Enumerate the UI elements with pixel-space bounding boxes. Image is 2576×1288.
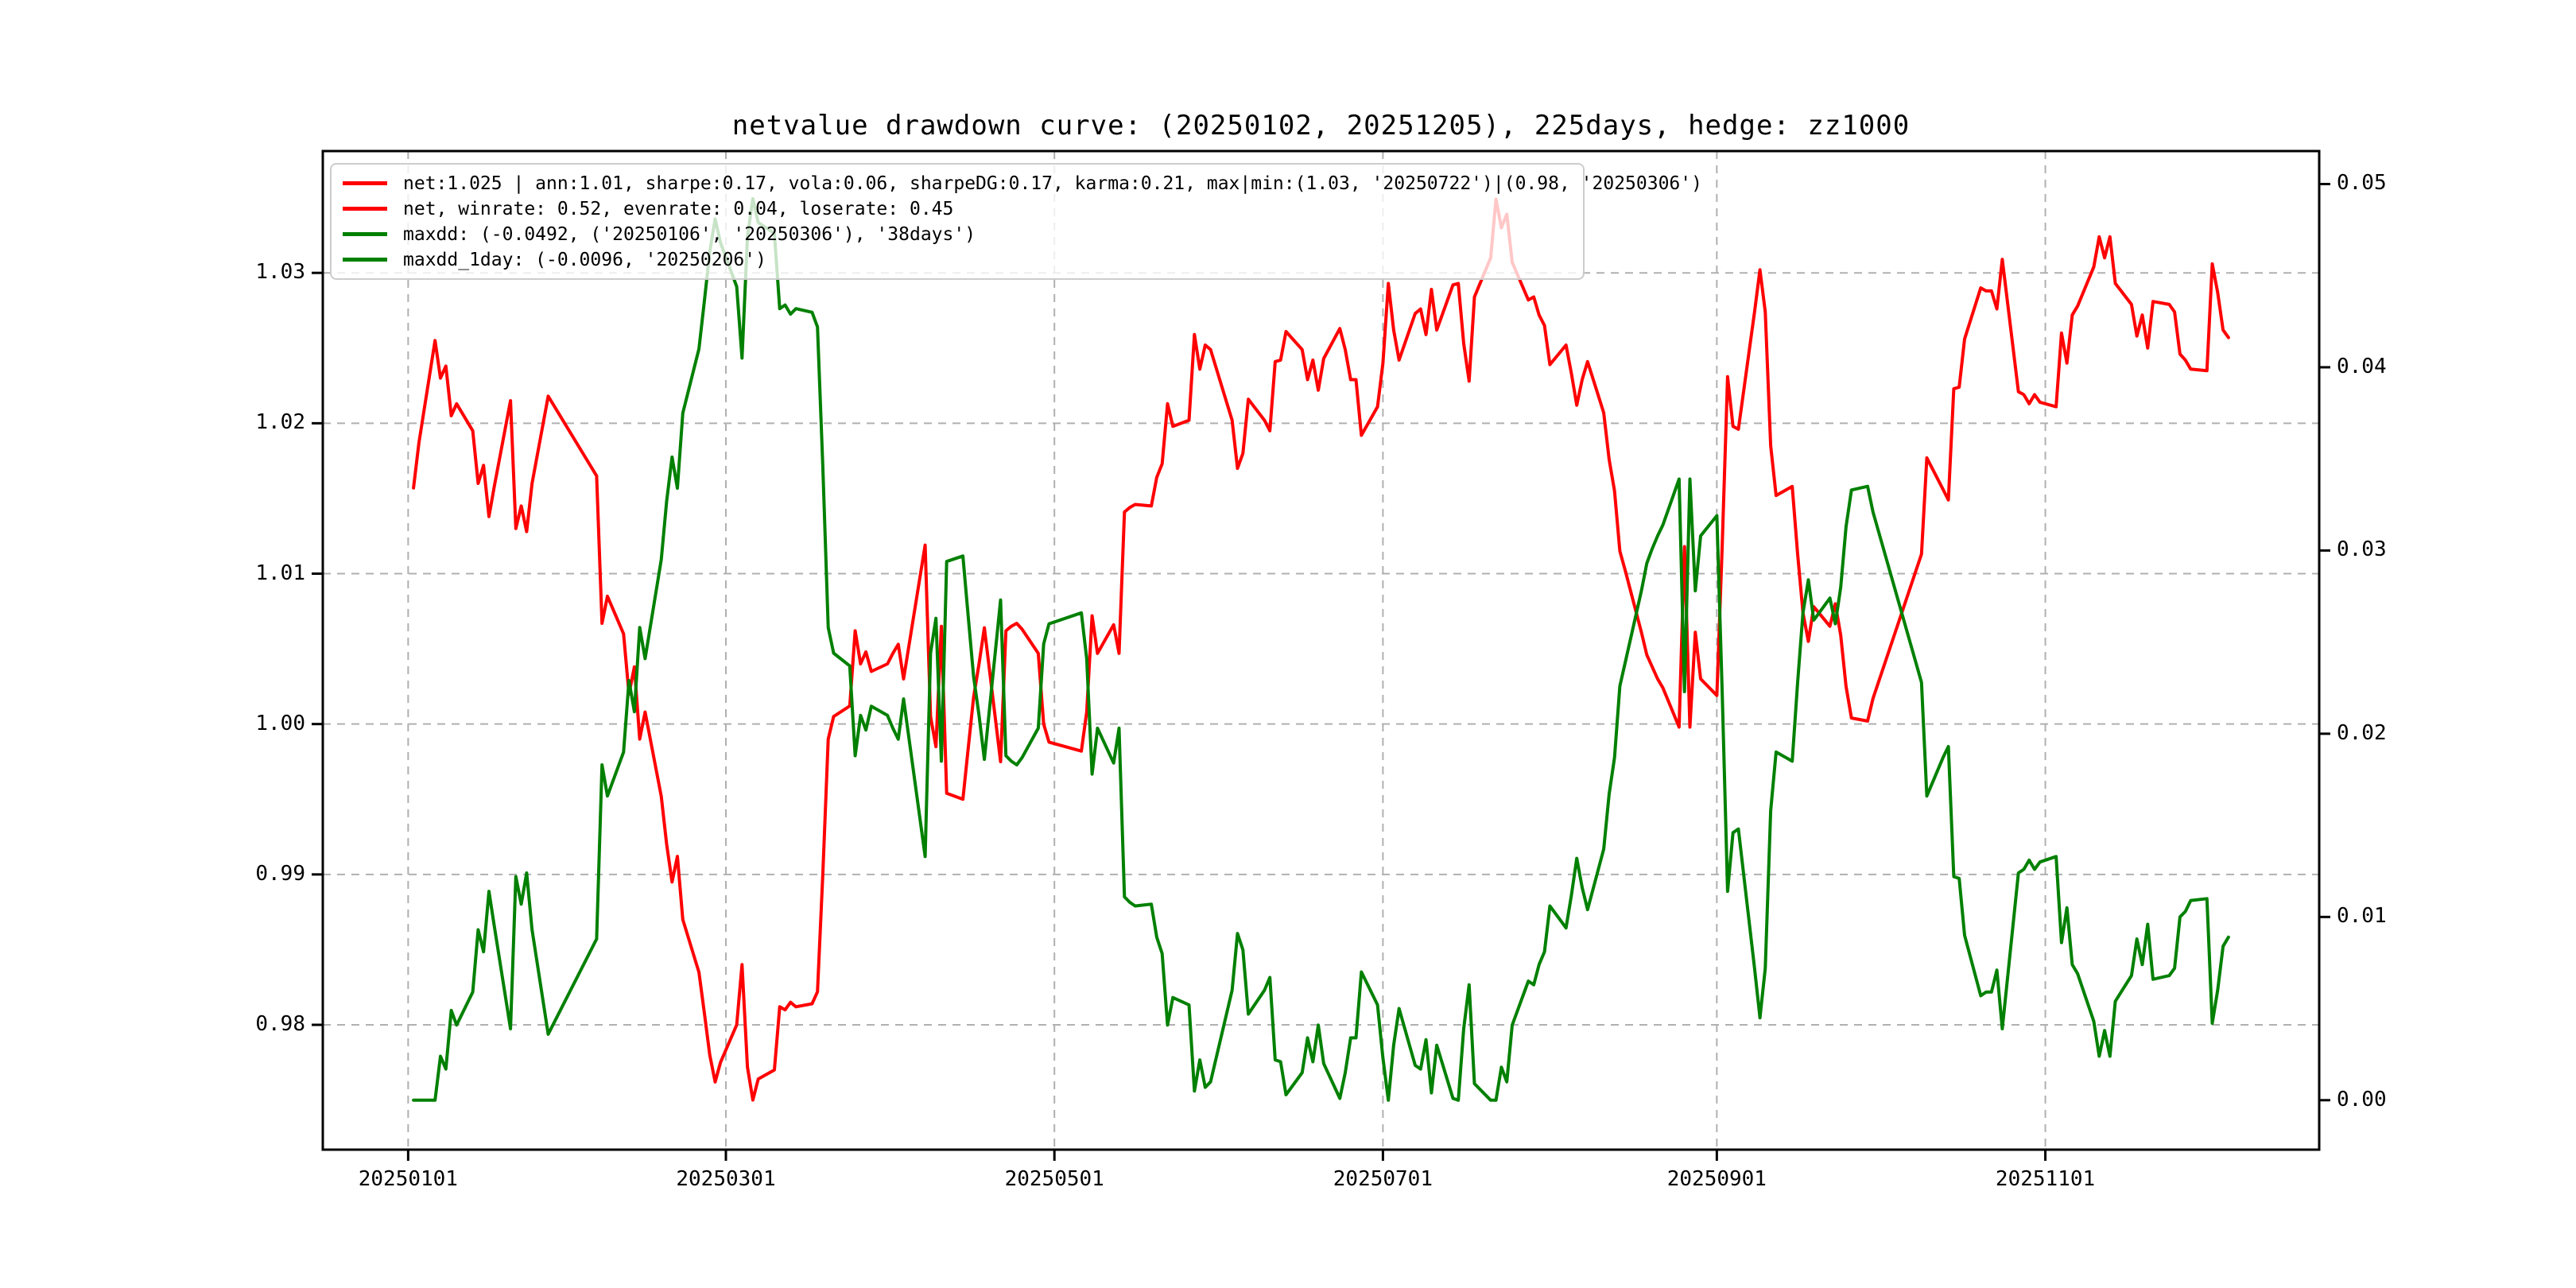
maxdd-line	[413, 199, 2229, 1100]
y-left-tick-label: 1.01	[218, 561, 305, 585]
x-tick-label: 20250501	[967, 1167, 1142, 1191]
x-tick-label: 20250901	[1629, 1167, 1804, 1191]
y-left-tick-label: 0.99	[218, 862, 305, 886]
x-tick-label: 20250301	[638, 1167, 813, 1191]
legend-line-swatch	[343, 258, 387, 262]
figure-canvas: netvalue drawdown curve: (20250102, 2025…	[0, 0, 2576, 1288]
legend-label: maxdd_1day: (-0.0096, '20250206')	[403, 250, 766, 270]
plot-border	[323, 151, 2319, 1150]
net-line	[413, 200, 2229, 1100]
y-right-tick-label: 0.00	[2337, 1088, 2440, 1111]
legend-item: net:1.025 | ann:1.01, sharpe:0.17, vola:…	[343, 171, 1572, 196]
y-right-tick-label: 0.03	[2337, 537, 2440, 561]
y-left-tick-label: 1.03	[218, 260, 305, 284]
y-left-tick-label: 0.98	[218, 1012, 305, 1036]
legend-label: net:1.025 | ann:1.01, sharpe:0.17, vola:…	[403, 173, 1702, 194]
legend-item: maxdd: (-0.0492, ('20250106', '20250306'…	[343, 222, 1572, 246]
legend-line-swatch	[343, 232, 387, 236]
y-right-tick-label: 0.02	[2337, 721, 2440, 745]
y-left-tick-label: 1.02	[218, 410, 305, 434]
x-tick-label: 20250101	[320, 1167, 495, 1191]
legend-item: maxdd_1day: (-0.0096, '20250206')	[343, 247, 1572, 272]
legend-label: maxdd: (-0.0492, ('20250106', '20250306'…	[403, 224, 976, 245]
x-tick-label: 20251101	[1958, 1167, 2133, 1191]
y-right-tick-label: 0.05	[2337, 171, 2440, 195]
y-right-tick-label: 0.04	[2337, 355, 2440, 378]
legend-box: net:1.025 | ann:1.01, sharpe:0.17, vola:…	[330, 163, 1585, 280]
x-tick-label: 20250701	[1295, 1167, 1470, 1191]
y-right-tick-label: 0.01	[2337, 904, 2440, 928]
legend-line-swatch	[343, 181, 387, 185]
legend-label: net, winrate: 0.52, evenrate: 0.04, lose…	[403, 199, 953, 219]
legend-line-swatch	[343, 207, 387, 211]
y-left-tick-label: 1.00	[218, 712, 305, 735]
legend-item: net, winrate: 0.52, evenrate: 0.04, lose…	[343, 196, 1572, 221]
